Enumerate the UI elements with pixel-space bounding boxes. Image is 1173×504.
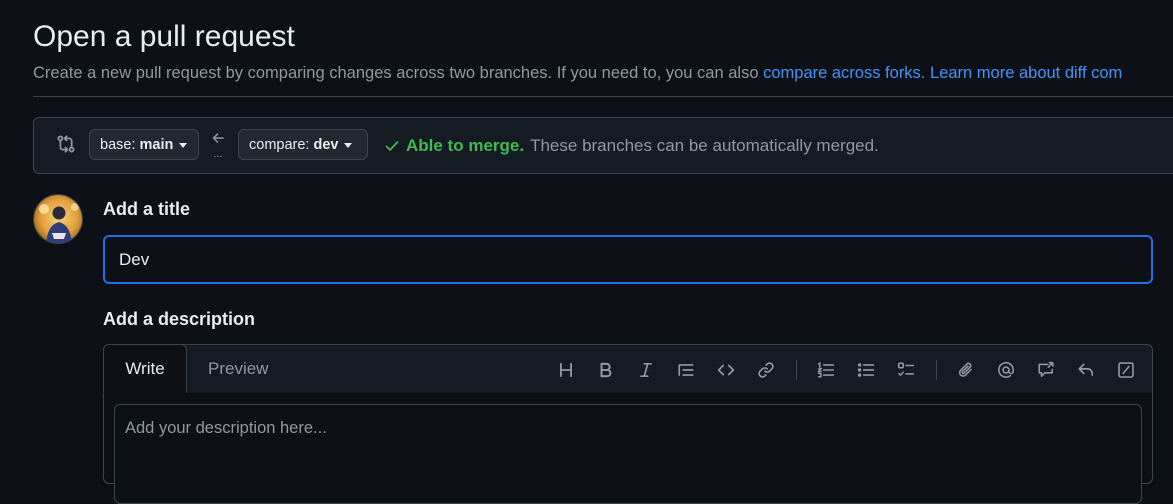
git-compare-icon — [56, 134, 76, 159]
mention-icon[interactable] — [995, 359, 1017, 381]
quote-icon[interactable] — [675, 359, 697, 381]
merge-status: Able to merge. These branches can be aut… — [384, 136, 879, 156]
compare-across-forks-link[interactable]: compare across forks. — [763, 64, 925, 82]
ordered-list-icon[interactable] — [815, 359, 837, 381]
cross-reference-icon[interactable] — [1035, 359, 1057, 381]
description-label: Add a description — [103, 309, 256, 329]
pr-title-input[interactable] — [103, 235, 1153, 284]
merge-description: These branches can be automatically merg… — [530, 136, 879, 155]
toolbar-divider — [796, 360, 797, 380]
editor-header: Write Preview — [103, 344, 1152, 394]
branch-compare-bar: base: main ... compare: dev Able to merg… — [33, 117, 1173, 174]
toolbar-divider — [936, 360, 937, 380]
merge-ok-text: Able to merge. — [406, 136, 525, 155]
arrow-left-icon — [212, 133, 224, 143]
caret-down-icon — [344, 142, 353, 148]
page-title: Open a pull request — [33, 20, 295, 53]
branch-dots: ... — [213, 148, 223, 160]
header-divider — [33, 96, 1173, 97]
caret-down-icon — [179, 142, 188, 148]
editor-body — [104, 393, 1152, 504]
learn-more-diff-link[interactable]: Learn more about diff com — [930, 64, 1122, 82]
slash-command-icon[interactable] — [1115, 359, 1137, 381]
reply-icon[interactable] — [1075, 359, 1097, 381]
compare-branch-label: compare: dev — [249, 136, 339, 153]
page-subtitle: Create a new pull request by comparing c… — [33, 64, 1122, 83]
markdown-toolbar — [104, 359, 1152, 381]
avatar — [33, 194, 83, 244]
task-list-icon[interactable] — [895, 359, 917, 381]
check-icon — [385, 141, 399, 151]
attach-icon[interactable] — [955, 359, 977, 381]
title-label: Add a title — [103, 199, 191, 219]
description-textarea[interactable] — [114, 404, 1142, 504]
compare-branch-select[interactable]: compare: dev — [238, 129, 368, 160]
unordered-list-icon[interactable] — [855, 359, 877, 381]
base-branch-label: base: main — [100, 136, 174, 153]
branch-direction: ... — [211, 131, 225, 160]
subtitle-text: Create a new pull request by comparing c… — [33, 64, 764, 82]
link-icon[interactable] — [755, 359, 777, 381]
bold-icon[interactable] — [595, 359, 617, 381]
italic-icon[interactable] — [635, 359, 657, 381]
heading-icon[interactable] — [555, 359, 577, 381]
base-branch-select[interactable]: base: main — [89, 129, 199, 160]
description-editor: Write Preview — [103, 344, 1153, 504]
code-icon[interactable] — [715, 359, 737, 381]
